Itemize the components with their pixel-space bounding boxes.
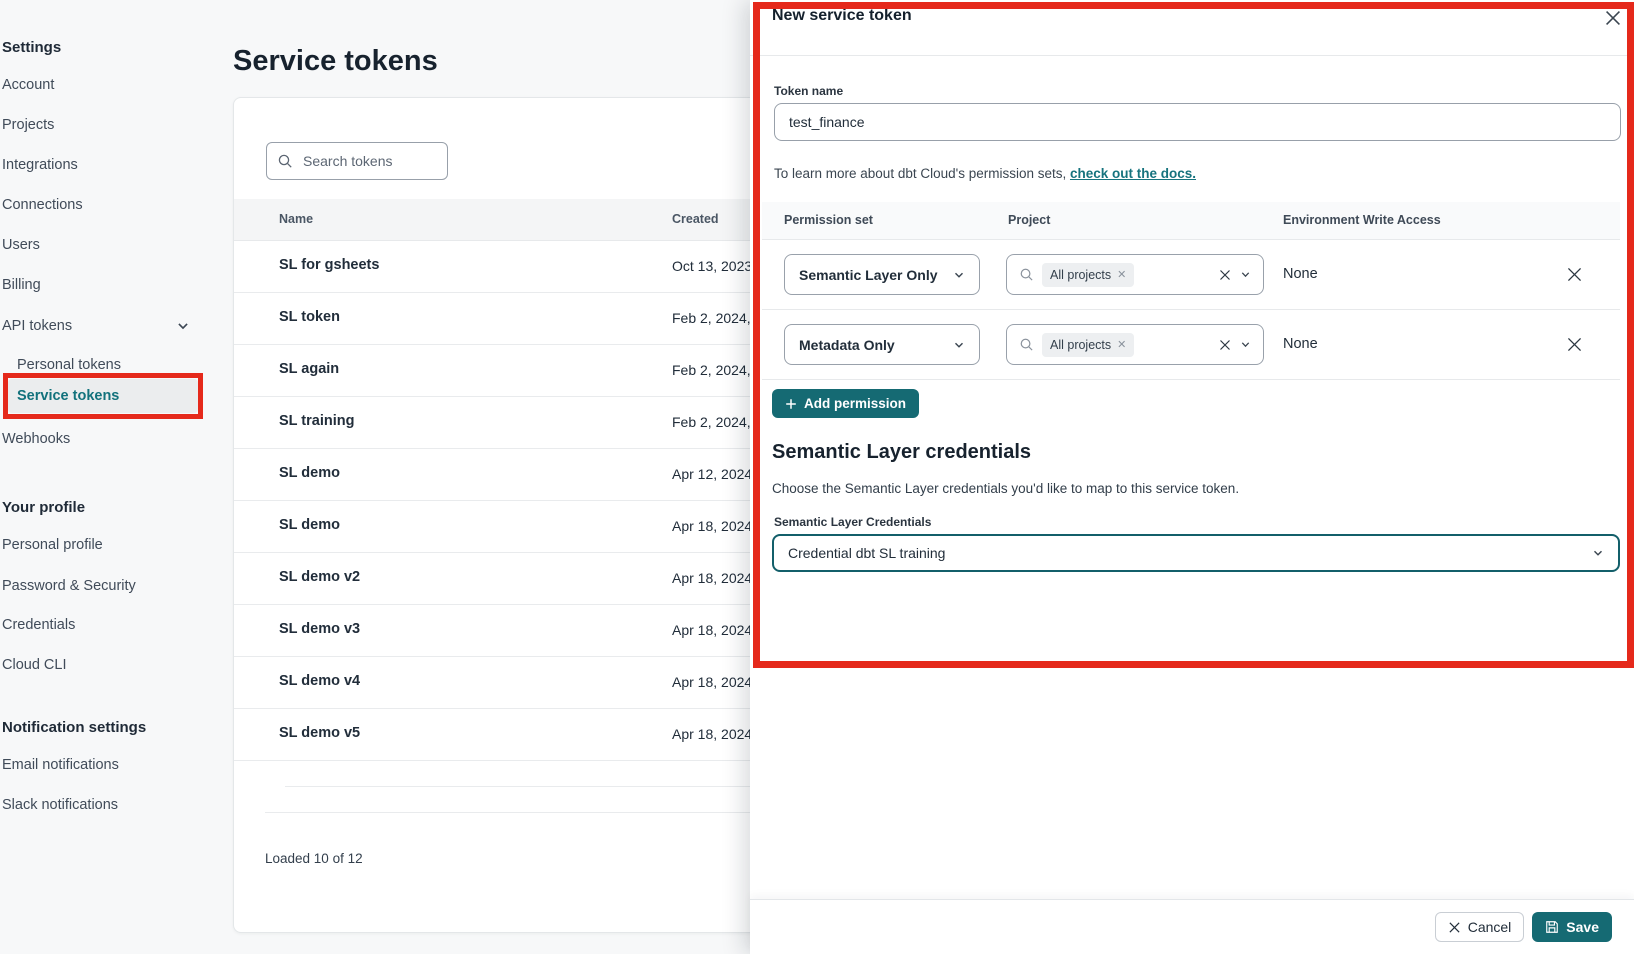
add-permission-button[interactable]: Add permission [772, 389, 919, 418]
sidebar-item-billing[interactable]: Billing [2, 276, 41, 294]
sidebar-heading-settings: Settings [2, 39, 61, 57]
save-label: Save [1566, 919, 1599, 935]
semantic-layer-credentials-label: Semantic Layer Credentials [774, 515, 931, 529]
search-tokens-box[interactable] [266, 142, 448, 180]
permission-set-select[interactable]: Semantic Layer Only [784, 254, 980, 295]
sidebar-item-password-security[interactable]: Password & Security [2, 577, 136, 595]
sidebar-item-personal-profile[interactable]: Personal profile [2, 536, 103, 554]
page-title: Service tokens [233, 45, 438, 78]
chevron-down-icon [953, 269, 965, 281]
sidebar-item-projects[interactable]: Projects [2, 116, 54, 134]
search-icon [1019, 267, 1034, 282]
column-header-project: Project [1008, 213, 1050, 227]
credentials-selected-value: Credential dbt SL training [788, 545, 945, 561]
token-name: SL demo v5 [279, 725, 360, 741]
column-header-name: Name [279, 212, 313, 226]
sidebar-item-api-tokens[interactable]: API tokens [2, 317, 72, 335]
token-name: SL for gsheets [279, 257, 379, 273]
divider [750, 55, 1634, 56]
sidebar-heading-notification-settings: Notification settings [2, 719, 146, 737]
env-write-access-value: None [1283, 266, 1318, 282]
sidebar-item-integrations[interactable]: Integrations [2, 156, 78, 174]
permission-set-value: Semantic Layer Only [799, 267, 938, 283]
search-icon [277, 153, 293, 169]
plus-icon [785, 398, 797, 410]
search-icon [1019, 337, 1034, 352]
sidebar-item-email-notifications[interactable]: Email notifications [2, 756, 119, 774]
token-created: Feb 2, 2024, 1 [672, 310, 762, 326]
token-name-label: Token name [774, 84, 843, 98]
sidebar-item-account[interactable]: Account [2, 76, 54, 94]
project-tag-label: All projects [1050, 338, 1111, 352]
token-created: Feb 2, 2024, 1 [672, 362, 762, 378]
new-service-token-drawer: New service token Token name To learn mo… [750, 0, 1634, 954]
cancel-button[interactable]: Cancel [1435, 912, 1525, 942]
token-name: SL again [279, 361, 339, 377]
drawer-footer: Cancel Save [750, 899, 1634, 954]
chevron-down-icon [1592, 547, 1604, 559]
column-header-env-write: Environment Write Access [1283, 213, 1441, 227]
save-icon [1545, 920, 1559, 934]
column-header-created: Created [672, 212, 719, 226]
project-tag-label: All projects [1050, 268, 1111, 282]
permission-row: Metadata Only All projects ✕ None [762, 310, 1620, 380]
close-icon [1448, 921, 1461, 934]
column-header-permission-set: Permission set [784, 213, 873, 227]
permission-set-select[interactable]: Metadata Only [784, 324, 980, 365]
sidebar-item-slack-notifications[interactable]: Slack notifications [2, 796, 118, 814]
sidebar-item-webhooks[interactable]: Webhooks [2, 430, 70, 448]
semantic-layer-credentials-description: Choose the Semantic Layer credentials yo… [772, 481, 1239, 496]
chevron-down-icon[interactable] [176, 319, 190, 333]
remove-tag-icon[interactable]: ✕ [1117, 338, 1126, 351]
token-name: SL demo v4 [279, 673, 360, 689]
remove-permission-icon[interactable] [1566, 266, 1584, 284]
token-name: SL demo v3 [279, 621, 360, 637]
chevron-down-icon [953, 339, 965, 351]
clear-selection-icon[interactable] [1218, 268, 1232, 282]
search-input[interactable] [301, 152, 437, 170]
token-name-field[interactable] [774, 103, 1621, 141]
loaded-count: Loaded 10 of 12 [265, 851, 363, 866]
remove-permission-icon[interactable] [1566, 336, 1584, 354]
permissions-header: Permission set Project Environment Write… [762, 202, 1620, 240]
drawer-title: New service token [772, 7, 912, 25]
sidebar-item-users[interactable]: Users [2, 236, 40, 254]
sidebar-heading-your-profile: Your profile [2, 499, 85, 517]
close-icon[interactable] [1604, 9, 1622, 27]
settings-sidebar: Settings Account Projects Integrations C… [0, 0, 218, 954]
sidebar-item-personal-tokens[interactable]: Personal tokens [17, 356, 121, 374]
cancel-label: Cancel [1468, 919, 1512, 935]
semantic-layer-credentials-heading: Semantic Layer credentials [772, 441, 1031, 464]
save-button[interactable]: Save [1532, 912, 1612, 942]
add-permission-label: Add permission [804, 396, 906, 411]
project-tag: All projects ✕ [1042, 263, 1134, 287]
permission-row: Semantic Layer Only All projects ✕ None [762, 240, 1620, 310]
sidebar-item-cloud-cli[interactable]: Cloud CLI [2, 656, 66, 674]
project-tag: All projects ✕ [1042, 333, 1134, 357]
permission-set-value: Metadata Only [799, 337, 895, 353]
token-created: Feb 2, 2024, 2 [672, 414, 762, 430]
project-multiselect[interactable]: All projects ✕ [1006, 254, 1264, 295]
docs-hint-text: To learn more about dbt Cloud's permissi… [774, 166, 1070, 181]
token-name: SL token [279, 309, 340, 325]
project-multiselect[interactable]: All projects ✕ [1006, 324, 1264, 365]
token-name: SL demo [279, 517, 340, 533]
clear-selection-icon[interactable] [1218, 338, 1232, 352]
chevron-down-icon[interactable] [1240, 339, 1251, 350]
token-name: SL demo [279, 465, 340, 481]
docs-hint: To learn more about dbt Cloud's permissi… [774, 166, 1196, 181]
credentials-select[interactable]: Credential dbt SL training [772, 534, 1620, 572]
token-name: SL demo v2 [279, 569, 360, 585]
chevron-down-icon[interactable] [1240, 269, 1251, 280]
docs-link[interactable]: check out the docs. [1070, 166, 1196, 181]
sidebar-item-credentials[interactable]: Credentials [2, 616, 75, 634]
token-name: SL training [279, 413, 354, 429]
env-write-access-value: None [1283, 336, 1318, 352]
remove-tag-icon[interactable]: ✕ [1117, 268, 1126, 281]
sidebar-item-connections[interactable]: Connections [2, 196, 83, 214]
sidebar-item-service-tokens[interactable]: Service tokens [8, 379, 198, 413]
